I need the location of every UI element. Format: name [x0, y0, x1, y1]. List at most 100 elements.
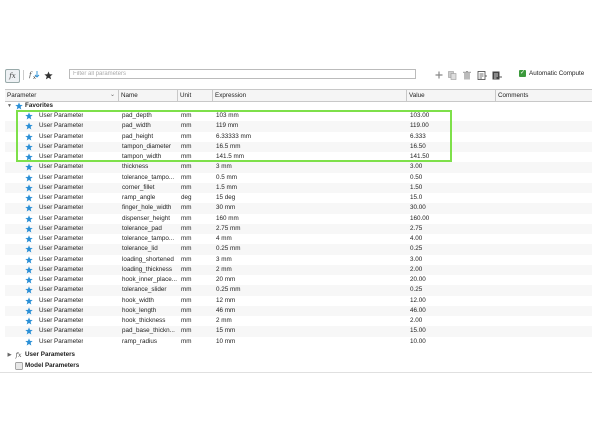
- param-expression-cell[interactable]: 20 mm: [216, 275, 235, 285]
- table-row[interactable]: User Parameter tolerance_slider mm 0.25 mm 0…: [5, 285, 592, 296]
- favorite-star-icon[interactable]: [25, 327, 33, 335]
- param-unit-cell[interactable]: mm: [181, 296, 192, 306]
- favorite-star-icon[interactable]: [25, 122, 33, 130]
- group-favorites[interactable]: ▼ Favorites: [5, 101, 53, 111]
- param-unit-cell[interactable]: deg: [181, 193, 192, 203]
- column-header-comments[interactable]: Comments: [496, 90, 592, 101]
- delete-parameter-button[interactable]: [461, 69, 472, 81]
- param-unit-cell[interactable]: mm: [181, 265, 192, 275]
- table-row[interactable]: User Parameter hook_inner_place... mm 20 mm…: [5, 275, 592, 285]
- table-row[interactable]: User Parameter pad_height mm 6.33333 mm 6.33…: [5, 132, 592, 142]
- param-name-cell[interactable]: hook_inner_place...: [122, 275, 178, 285]
- param-unit-cell[interactable]: mm: [181, 275, 192, 285]
- table-row[interactable]: User Parameter pad_width mm 119 mm 119.00: [5, 121, 592, 132]
- column-header-unit[interactable]: Unit: [178, 90, 213, 101]
- param-expression-cell[interactable]: 3 mm: [216, 255, 232, 265]
- param-unit-cell[interactable]: mm: [181, 255, 192, 265]
- param-unit-cell[interactable]: mm: [181, 162, 192, 172]
- param-name-cell[interactable]: pad_base_thickn...: [122, 326, 178, 336]
- table-row[interactable]: User Parameter tampon_width mm 141.5 mm 141.…: [5, 152, 592, 162]
- favorite-star-icon[interactable]: [25, 225, 33, 233]
- param-name-cell[interactable]: tolerance_lid: [122, 244, 178, 254]
- param-name-cell[interactable]: tampon_width: [122, 152, 178, 162]
- copy-parameter-button[interactable]: [447, 69, 458, 81]
- param-unit-cell[interactable]: mm: [181, 306, 192, 316]
- favorite-star-icon[interactable]: [25, 296, 33, 305]
- param-expression-cell[interactable]: 0.25 mm: [216, 285, 241, 295]
- automatic-compute-toggle[interactable]: ✓ Automatic Compute: [519, 70, 584, 77]
- param-unit-cell[interactable]: mm: [181, 173, 192, 183]
- param-name-cell[interactable]: ramp_angle: [122, 193, 178, 203]
- param-name-cell[interactable]: dispenser_height: [122, 214, 178, 224]
- param-unit-cell[interactable]: mm: [181, 121, 192, 131]
- favorite-star-icon[interactable]: [25, 204, 33, 212]
- param-name-cell[interactable]: loading_shortened: [122, 255, 178, 265]
- column-header-expression[interactable]: Expression: [213, 90, 407, 101]
- favorite-star-icon[interactable]: [25, 337, 33, 346]
- search-input[interactable]: [69, 69, 416, 79]
- favorite-star-icon[interactable]: [25, 307, 33, 315]
- table-row[interactable]: User Parameter hook_width mm 12 mm 12.00: [5, 296, 592, 306]
- param-name-cell[interactable]: tolerance_tampo...: [122, 234, 178, 244]
- favorite-star-icon[interactable]: [25, 184, 33, 192]
- favorite-star-icon[interactable]: [25, 132, 33, 141]
- chevron-down-icon[interactable]: ⌄: [110, 90, 115, 101]
- param-unit-cell[interactable]: mm: [181, 183, 192, 193]
- param-expression-cell[interactable]: 2 mm: [216, 265, 232, 275]
- param-unit-cell[interactable]: mm: [181, 244, 192, 254]
- param-expression-cell[interactable]: 16.5 mm: [216, 142, 241, 152]
- param-name-cell[interactable]: tolerance_pad: [122, 224, 178, 234]
- param-expression-cell[interactable]: 0.25 mm: [216, 244, 241, 254]
- param-unit-cell[interactable]: mm: [181, 214, 192, 224]
- param-unit-cell[interactable]: mm: [181, 326, 192, 336]
- param-name-cell[interactable]: pad_depth: [122, 111, 178, 121]
- favorite-star-icon[interactable]: [25, 255, 33, 264]
- add-parameter-button[interactable]: [433, 69, 444, 81]
- fx-sort-button[interactable]: fx: [28, 69, 40, 81]
- table-row[interactable]: User Parameter thickness mm 3 mm 3.00: [5, 162, 592, 173]
- table-row[interactable]: User Parameter dispenser_height mm 160 mm 16…: [5, 214, 592, 224]
- favorite-star-icon[interactable]: [25, 317, 33, 325]
- favorite-star-icon[interactable]: [25, 235, 33, 243]
- favorite-star-icon[interactable]: [25, 266, 33, 274]
- param-unit-cell[interactable]: mm: [181, 152, 192, 162]
- table-row[interactable]: User Parameter loading_shortened mm 3 mm 3.0…: [5, 255, 592, 265]
- param-unit-cell[interactable]: mm: [181, 316, 192, 326]
- column-header-value[interactable]: Value: [407, 90, 496, 101]
- export-button[interactable]: [491, 69, 502, 81]
- param-expression-cell[interactable]: 6.33333 mm: [216, 132, 251, 142]
- collapse-triangle-icon[interactable]: ▼: [5, 101, 14, 111]
- param-name-cell[interactable]: hook_width: [122, 296, 178, 306]
- param-name-cell[interactable]: tampon_diameter: [122, 142, 178, 152]
- param-expression-cell[interactable]: 46 mm: [216, 306, 235, 316]
- param-unit-cell[interactable]: mm: [181, 142, 192, 152]
- param-expression-cell[interactable]: 12 mm: [216, 296, 235, 306]
- favorite-star-icon[interactable]: [25, 286, 33, 294]
- param-expression-cell[interactable]: 10 mm: [216, 337, 235, 347]
- favorite-star-icon[interactable]: [25, 276, 33, 284]
- group-model-parameters[interactable]: Model Parameters: [5, 361, 79, 371]
- param-expression-cell[interactable]: 1.5 mm: [216, 183, 237, 193]
- table-row[interactable]: User Parameter hook_thickness mm 2 mm 2.00: [5, 316, 592, 326]
- param-unit-cell[interactable]: mm: [181, 203, 192, 213]
- table-row[interactable]: User Parameter corner_fillet mm 1.5 mm 1.50: [5, 182, 592, 193]
- favorite-star-icon[interactable]: [25, 143, 33, 151]
- import-button[interactable]: [476, 69, 487, 81]
- param-name-cell[interactable]: tolerance_slider: [122, 285, 178, 295]
- param-expression-cell[interactable]: 103 mm: [216, 111, 239, 121]
- param-unit-cell[interactable]: mm: [181, 224, 192, 234]
- checkbox-checked-icon[interactable]: ✓: [519, 70, 526, 77]
- column-header-parameter[interactable]: Parameter ⌄: [5, 90, 119, 101]
- fx-filter-button[interactable]: fx: [5, 69, 20, 83]
- param-expression-cell[interactable]: 3 mm: [216, 162, 232, 172]
- expand-triangle-icon[interactable]: ▶: [5, 350, 14, 360]
- param-unit-cell[interactable]: mm: [181, 337, 192, 347]
- param-expression-cell[interactable]: 15 deg: [216, 193, 235, 203]
- table-row[interactable]: User Parameter tolerance_lid mm 0.25 mm 0.25: [5, 244, 592, 255]
- param-name-cell[interactable]: hook_thickness: [122, 316, 178, 326]
- param-unit-cell[interactable]: mm: [181, 111, 192, 121]
- table-row[interactable]: User Parameter tolerance_tampo... mm 0.5 mm…: [5, 173, 592, 183]
- favorite-star-icon[interactable]: [25, 153, 33, 161]
- param-expression-cell[interactable]: 4 mm: [216, 234, 232, 244]
- favorites-filter-button[interactable]: [42, 69, 54, 81]
